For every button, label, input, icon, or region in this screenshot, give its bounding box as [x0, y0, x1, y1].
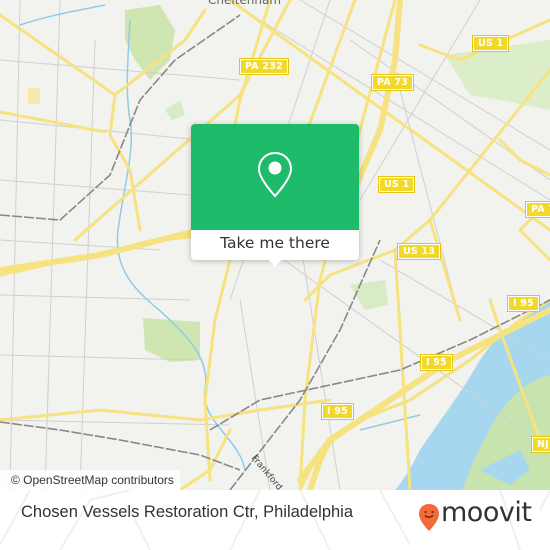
route-shield-i-95: I 95 — [321, 403, 354, 420]
route-shield-us-13: US 13 — [396, 243, 442, 260]
route-shield-us-1: US 1 — [471, 35, 510, 52]
popup-pointer — [267, 258, 283, 267]
take-me-there-button[interactable]: Take me there — [191, 230, 359, 260]
footer-bar: Chosen Vessels Restoration Ctr, Philadel… — [0, 490, 550, 550]
route-shield-i-95: I 95 — [420, 354, 453, 371]
place-name: Chosen Vessels Restoration Ctr, Philadel… — [21, 503, 354, 521]
route-shield-i-95: I 95 — [507, 295, 540, 312]
moovit-pin-icon — [419, 504, 439, 531]
location-pin-icon — [257, 151, 293, 198]
destination-popup: Take me there — [191, 124, 359, 267]
park — [143, 318, 200, 362]
place-label-cheltenham: Cheltenham — [208, 0, 282, 7]
route-shield-pa-73: PA 73 — [525, 201, 550, 218]
map-attribution[interactable]: © OpenStreetMap contributors — [0, 470, 180, 490]
moovit-wordmark: moovit — [441, 497, 532, 528]
route-shield-pa-73: PA 73 — [371, 74, 414, 91]
route-shield-nj: NJ — [531, 436, 550, 453]
route-shield-pa-232: PA 232 — [239, 58, 289, 75]
route-shield-us-1: US 1 — [377, 176, 416, 193]
moovit-logo[interactable]: moovit — [418, 497, 532, 533]
popup-header — [191, 124, 359, 230]
map-view[interactable]: Cheltenham PA 232 PA 73 US 1 US 1 PA 73 … — [0, 0, 550, 490]
